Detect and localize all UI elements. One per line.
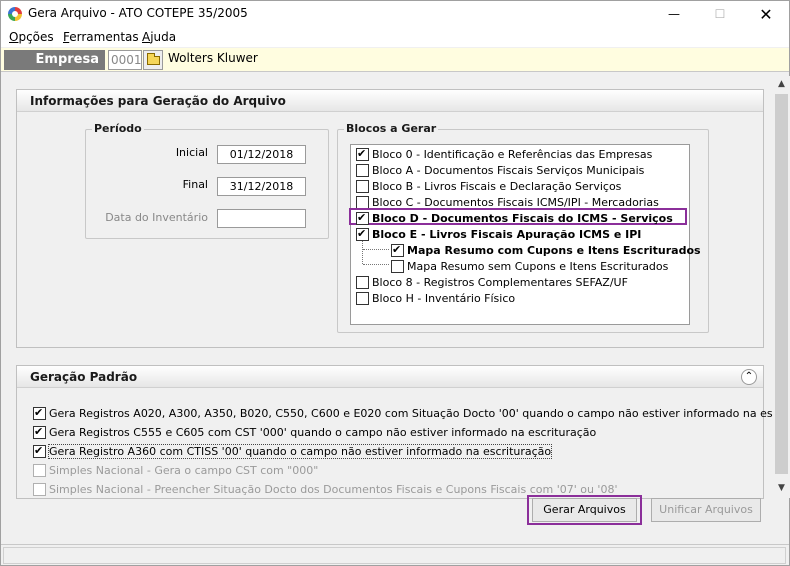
bloco-d-item[interactable]: Bloco D - Documentos Fiscais do ICMS - S… — [356, 210, 673, 226]
periodo-title: Período — [92, 122, 144, 135]
geracao-panel-title: Geração Padrão ⌃ — [17, 366, 763, 388]
final-date-input[interactable]: 31/12/2018 — [217, 177, 306, 196]
open-folder-button[interactable] — [143, 50, 163, 70]
checkbox-disabled — [33, 463, 46, 477]
checkbox-checked[interactable] — [391, 243, 404, 257]
inicial-label: Inicial — [175, 146, 208, 159]
tree-line — [363, 249, 389, 250]
vertical-scrollbar[interactable]: ▲ ▼ — [773, 76, 790, 498]
inventario-date-input[interactable] — [217, 209, 306, 228]
mapa-com-cupons-item[interactable]: Mapa Resumo com Cupons e Itens Escritura… — [391, 242, 701, 258]
app-logo-icon — [8, 7, 22, 21]
tree-line — [362, 241, 363, 264]
checkbox[interactable] — [356, 275, 369, 289]
info-panel: Informações para Geração do Arquivo Perí… — [16, 89, 764, 348]
checkbox-checked[interactable] — [356, 147, 369, 161]
checkbox[interactable] — [356, 163, 369, 177]
scroll-up-icon[interactable]: ▲ — [773, 76, 790, 93]
menu-ferramentas[interactable]: Ferramentas — [63, 30, 139, 44]
bloco-0-item[interactable]: Bloco 0 - Identificação e Referências da… — [356, 146, 652, 162]
bloco-b-item[interactable]: Bloco B - Livros Fiscais e Declaração Se… — [356, 178, 621, 194]
periodo-group: Período Inicial 01/12/2018 Final 31/12/2… — [85, 122, 329, 239]
close-button[interactable]: ✕ — [743, 1, 789, 27]
unificar-arquivos-button: Unificar Arquivos — [651, 498, 761, 522]
blocos-list[interactable]: Bloco 0 - Identificação e Referências da… — [349, 144, 701, 325]
checkbox-checked[interactable] — [33, 444, 46, 458]
collapse-icon[interactable]: ⌃ — [741, 369, 757, 385]
menu-bar: Opções Ferramentas Ajuda — [1, 27, 789, 47]
bloco-8-item[interactable]: Bloco 8 - Registros Complementares SEFAZ… — [356, 274, 628, 290]
checkbox-checked[interactable] — [33, 425, 46, 439]
checkbox-checked[interactable] — [356, 227, 369, 241]
option-cst-000[interactable]: Gera Registros C555 e C605 com CST '000'… — [33, 424, 596, 440]
maximize-button[interactable]: ☐ — [697, 1, 743, 27]
checkbox-checked[interactable] — [356, 211, 369, 225]
main-window: Gera Arquivo - ATO COTEPE 35/2005 — ☐ ✕ … — [0, 0, 790, 566]
checkbox[interactable] — [356, 291, 369, 305]
blocos-title: Blocos a Gerar — [344, 122, 439, 135]
checkbox-checked[interactable] — [33, 406, 46, 420]
option-a360-ctiss[interactable]: Gera Registro A360 com CTISS '00' quando… — [33, 443, 553, 459]
status-bar-field — [3, 547, 786, 564]
status-bar — [1, 544, 789, 565]
bloco-a-item[interactable]: Bloco A - Documentos Fiscais Serviços Mu… — [356, 162, 644, 178]
blocos-group: Blocos a Gerar Bloco 0 - Identificação e… — [337, 122, 709, 333]
checkbox[interactable] — [356, 179, 369, 193]
final-label: Final — [182, 178, 208, 191]
empresa-bar: Empresa 0001 Wolters Kluwer — [1, 48, 789, 72]
tree-line — [363, 264, 389, 265]
empresa-label: Empresa — [4, 50, 105, 70]
folder-icon — [147, 53, 160, 65]
option-simples-cst: Simples Nacional - Gera o campo CST com … — [33, 462, 318, 478]
scroll-down-icon[interactable]: ▼ — [773, 480, 790, 497]
checkbox[interactable] — [391, 259, 404, 273]
empresa-name: Wolters Kluwer — [168, 51, 258, 65]
bloco-e-item[interactable]: Bloco E - Livros Fiscais Apuração ICMS e… — [356, 226, 641, 242]
option-situacao-docto[interactable]: Gera Registros A020, A300, A350, B020, C… — [33, 405, 790, 421]
menu-ajuda[interactable]: Ajuda — [142, 30, 176, 44]
geracao-panel: Geração Padrão ⌃ Gera Registros A020, A3… — [16, 365, 790, 499]
gerar-arquivos-button[interactable]: Gerar Arquivos — [532, 498, 637, 522]
checkbox[interactable] — [356, 195, 369, 209]
inventario-label: Data do Inventário — [105, 211, 208, 224]
mapa-sem-cupons-item[interactable]: Mapa Resumo sem Cupons e Itens Escritura… — [391, 258, 668, 274]
scroll-thumb[interactable] — [775, 94, 788, 474]
menu-opcoes[interactable]: Opções — [9, 30, 54, 44]
window-title: Gera Arquivo - ATO COTEPE 35/2005 — [28, 6, 248, 20]
info-panel-title: Informações para Geração do Arquivo — [17, 90, 763, 112]
bloco-h-item[interactable]: Bloco H - Inventário Físico — [356, 290, 515, 306]
title-bar: Gera Arquivo - ATO COTEPE 35/2005 — ☐ ✕ — [1, 1, 789, 27]
inicial-date-input[interactable]: 01/12/2018 — [217, 145, 306, 164]
empresa-code-input[interactable]: 0001 — [108, 50, 142, 70]
minimize-button[interactable]: — — [651, 1, 697, 27]
checkbox-disabled — [33, 482, 46, 496]
